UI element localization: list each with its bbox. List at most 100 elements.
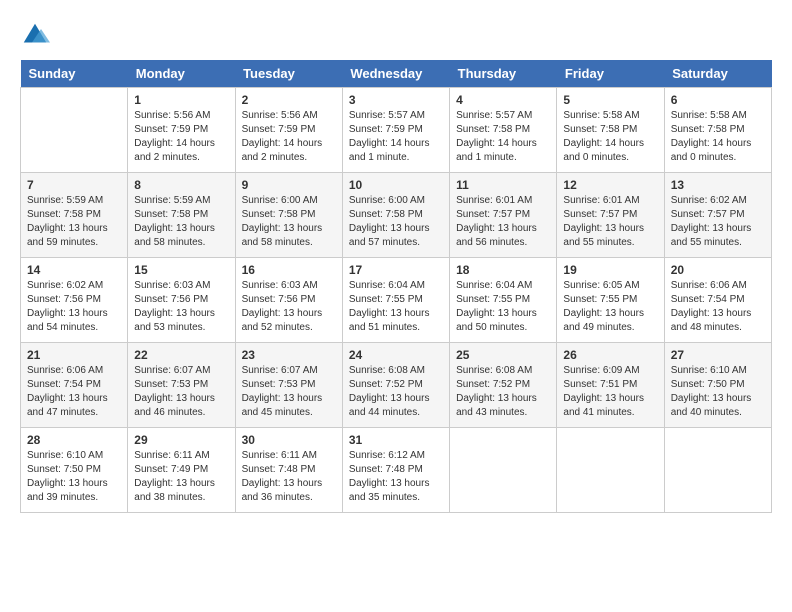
day-number: 30 — [242, 433, 336, 447]
cell-info: Sunrise: 6:03 AM Sunset: 7:56 PM Dayligh… — [242, 279, 336, 335]
calendar-cell: 7 Sunrise: 5:59 AM Sunset: 7:58 PM Daylig… — [21, 173, 128, 258]
cell-info: Sunrise: 5:56 AM Sunset: 7:59 PM Dayligh… — [134, 109, 228, 165]
logo — [20, 20, 54, 50]
day-number: 7 — [27, 178, 121, 192]
day-number: 2 — [242, 93, 336, 107]
day-header-wednesday: Wednesday — [342, 60, 449, 88]
calendar-cell: 21 Sunrise: 6:06 AM Sunset: 7:54 PM Dayli… — [21, 343, 128, 428]
cell-info: Sunrise: 6:00 AM Sunset: 7:58 PM Dayligh… — [349, 194, 443, 250]
day-number: 10 — [349, 178, 443, 192]
day-number: 17 — [349, 263, 443, 277]
cell-info: Sunrise: 6:08 AM Sunset: 7:52 PM Dayligh… — [349, 364, 443, 420]
calendar-cell: 8 Sunrise: 5:59 AM Sunset: 7:58 PM Daylig… — [128, 173, 235, 258]
calendar-cell: 28Sunrise: 6:10 AM Sunset: 7:50 PM Dayli… — [21, 428, 128, 513]
day-number: 16 — [242, 263, 336, 277]
calendar-cell: 23Sunrise: 6:07 AM Sunset: 7:53 PM Dayli… — [235, 343, 342, 428]
day-number: 31 — [349, 433, 443, 447]
cell-info: Sunrise: 6:01 AM Sunset: 7:57 PM Dayligh… — [563, 194, 657, 250]
cell-info: Sunrise: 5:57 AM Sunset: 7:59 PM Dayligh… — [349, 109, 443, 165]
cell-info: Sunrise: 6:02 AM Sunset: 7:57 PM Dayligh… — [671, 194, 765, 250]
day-number: 8 — [134, 178, 228, 192]
calendar-week-row: 1 Sunrise: 5:56 AM Sunset: 7:59 PM Daylig… — [21, 88, 772, 173]
cell-info: Sunrise: 6:10 AM Sunset: 7:50 PM Dayligh… — [671, 364, 765, 420]
cell-info: Sunrise: 6:02 AM Sunset: 7:56 PM Dayligh… — [27, 279, 121, 335]
logo-icon — [20, 20, 50, 50]
calendar-cell: 1 Sunrise: 5:56 AM Sunset: 7:59 PM Daylig… — [128, 88, 235, 173]
calendar-cell — [450, 428, 557, 513]
calendar-cell: 12 Sunrise: 6:01 AM Sunset: 7:57 PM Dayli… — [557, 173, 664, 258]
day-number: 21 — [27, 348, 121, 362]
calendar-cell: 30 Sunrise: 6:11 AM Sunset: 7:48 PM Dayli… — [235, 428, 342, 513]
calendar-week-row: 21 Sunrise: 6:06 AM Sunset: 7:54 PM Dayli… — [21, 343, 772, 428]
calendar-cell: 18 Sunrise: 6:04 AM Sunset: 7:55 PM Dayli… — [450, 258, 557, 343]
cell-info: Sunrise: 6:04 AM Sunset: 7:55 PM Dayligh… — [456, 279, 550, 335]
cell-info: Sunrise: 6:11 AM Sunset: 7:48 PM Dayligh… — [242, 449, 336, 505]
cell-info: Sunrise: 6:09 AM Sunset: 7:51 PM Dayligh… — [563, 364, 657, 420]
day-header-sunday: Sunday — [21, 60, 128, 88]
calendar-cell — [557, 428, 664, 513]
calendar-cell: 10 Sunrise: 6:00 AM Sunset: 7:58 PM Dayli… — [342, 173, 449, 258]
day-number: 4 — [456, 93, 550, 107]
day-header-thursday: Thursday — [450, 60, 557, 88]
calendar-cell: 15 Sunrise: 6:03 AM Sunset: 7:56 PM Dayli… — [128, 258, 235, 343]
day-number: 11 — [456, 178, 550, 192]
calendar-cell — [664, 428, 771, 513]
day-number: 13 — [671, 178, 765, 192]
cell-info: Sunrise: 5:57 AM Sunset: 7:58 PM Dayligh… — [456, 109, 550, 165]
day-number: 14 — [27, 263, 121, 277]
cell-info: Sunrise: 6:08 AM Sunset: 7:52 PM Dayligh… — [456, 364, 550, 420]
cell-info: Sunrise: 5:58 AM Sunset: 7:58 PM Dayligh… — [671, 109, 765, 165]
day-number: 6 — [671, 93, 765, 107]
day-number: 3 — [349, 93, 443, 107]
day-number: 28 — [27, 433, 121, 447]
calendar-table: SundayMondayTuesdayWednesdayThursdayFrid… — [20, 60, 772, 513]
day-header-monday: Monday — [128, 60, 235, 88]
calendar-cell: 31 Sunrise: 6:12 AM Sunset: 7:48 PM Dayli… — [342, 428, 449, 513]
cell-info: Sunrise: 5:59 AM Sunset: 7:58 PM Dayligh… — [27, 194, 121, 250]
calendar-cell: 4 Sunrise: 5:57 AM Sunset: 7:58 PM Daylig… — [450, 88, 557, 173]
calendar-week-row: 28Sunrise: 6:10 AM Sunset: 7:50 PM Dayli… — [21, 428, 772, 513]
day-number: 5 — [563, 93, 657, 107]
day-number: 12 — [563, 178, 657, 192]
day-number: 20 — [671, 263, 765, 277]
calendar-cell: 11 Sunrise: 6:01 AM Sunset: 7:57 PM Dayli… — [450, 173, 557, 258]
day-number: 26 — [563, 348, 657, 362]
day-header-tuesday: Tuesday — [235, 60, 342, 88]
cell-info: Sunrise: 6:03 AM Sunset: 7:56 PM Dayligh… — [134, 279, 228, 335]
calendar-cell: 16 Sunrise: 6:03 AM Sunset: 7:56 PM Dayli… — [235, 258, 342, 343]
cell-info: Sunrise: 6:12 AM Sunset: 7:48 PM Dayligh… — [349, 449, 443, 505]
calendar-cell: 25Sunrise: 6:08 AM Sunset: 7:52 PM Dayli… — [450, 343, 557, 428]
cell-info: Sunrise: 6:11 AM Sunset: 7:49 PM Dayligh… — [134, 449, 228, 505]
page-header — [20, 20, 772, 50]
calendar-header-row: SundayMondayTuesdayWednesdayThursdayFrid… — [21, 60, 772, 88]
calendar-cell: 20 Sunrise: 6:06 AM Sunset: 7:54 PM Dayli… — [664, 258, 771, 343]
calendar-cell: 22Sunrise: 6:07 AM Sunset: 7:53 PM Dayli… — [128, 343, 235, 428]
calendar-cell: 9Sunrise: 6:00 AM Sunset: 7:58 PM Daylig… — [235, 173, 342, 258]
cell-info: Sunrise: 6:01 AM Sunset: 7:57 PM Dayligh… — [456, 194, 550, 250]
cell-info: Sunrise: 6:05 AM Sunset: 7:55 PM Dayligh… — [563, 279, 657, 335]
cell-info: Sunrise: 5:59 AM Sunset: 7:58 PM Dayligh… — [134, 194, 228, 250]
cell-info: Sunrise: 6:06 AM Sunset: 7:54 PM Dayligh… — [27, 364, 121, 420]
calendar-week-row: 14 Sunrise: 6:02 AM Sunset: 7:56 PM Dayli… — [21, 258, 772, 343]
calendar-cell: 27Sunrise: 6:10 AM Sunset: 7:50 PM Dayli… — [664, 343, 771, 428]
day-number: 18 — [456, 263, 550, 277]
calendar-cell: 26 Sunrise: 6:09 AM Sunset: 7:51 PM Dayli… — [557, 343, 664, 428]
day-number: 19 — [563, 263, 657, 277]
calendar-cell: 5Sunrise: 5:58 AM Sunset: 7:58 PM Daylig… — [557, 88, 664, 173]
cell-info: Sunrise: 6:07 AM Sunset: 7:53 PM Dayligh… — [242, 364, 336, 420]
calendar-cell: 6 Sunrise: 5:58 AM Sunset: 7:58 PM Daylig… — [664, 88, 771, 173]
calendar-cell: 17 Sunrise: 6:04 AM Sunset: 7:55 PM Dayli… — [342, 258, 449, 343]
calendar-cell: 13 Sunrise: 6:02 AM Sunset: 7:57 PM Dayli… — [664, 173, 771, 258]
calendar-week-row: 7 Sunrise: 5:59 AM Sunset: 7:58 PM Daylig… — [21, 173, 772, 258]
calendar-cell: 14 Sunrise: 6:02 AM Sunset: 7:56 PM Dayli… — [21, 258, 128, 343]
calendar-cell: 19 Sunrise: 6:05 AM Sunset: 7:55 PM Dayli… — [557, 258, 664, 343]
cell-info: Sunrise: 6:04 AM Sunset: 7:55 PM Dayligh… — [349, 279, 443, 335]
day-number: 1 — [134, 93, 228, 107]
cell-info: Sunrise: 6:06 AM Sunset: 7:54 PM Dayligh… — [671, 279, 765, 335]
calendar-cell: 3 Sunrise: 5:57 AM Sunset: 7:59 PM Daylig… — [342, 88, 449, 173]
day-number: 22 — [134, 348, 228, 362]
day-number: 9 — [242, 178, 336, 192]
day-number: 15 — [134, 263, 228, 277]
calendar-cell: 2Sunrise: 5:56 AM Sunset: 7:59 PM Daylig… — [235, 88, 342, 173]
day-number: 24 — [349, 348, 443, 362]
